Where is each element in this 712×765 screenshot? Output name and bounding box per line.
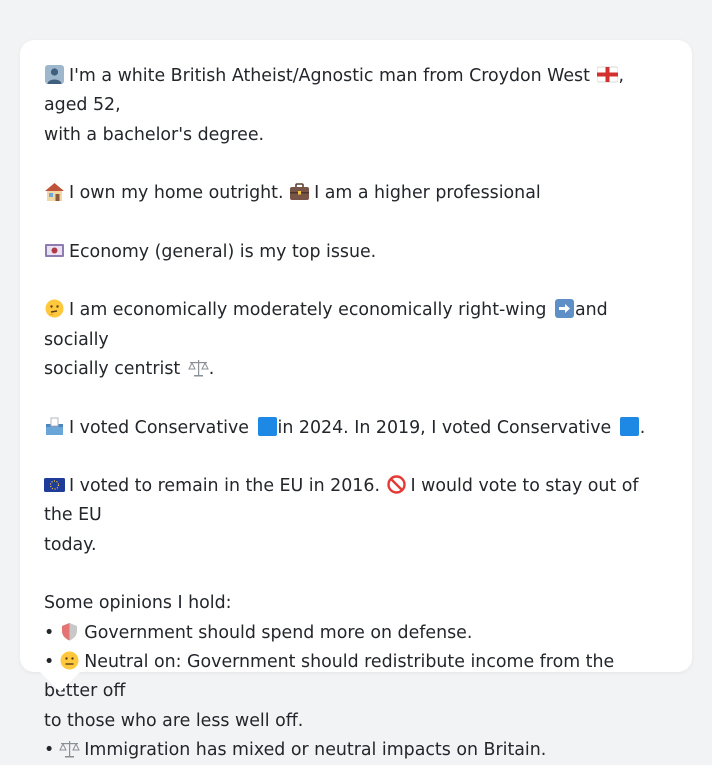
opinion-defense-text: Government should spend more on defense. <box>84 622 473 643</box>
ideology-economic: I am economically moderately economicall… <box>69 300 547 321</box>
bullet: • <box>44 739 55 760</box>
top-issue-paragraph: Economy (general) is my top issue. <box>44 238 668 267</box>
opinion-redistribution-text: Neutral on: Government should redistribu… <box>44 651 615 702</box>
vote-paragraph: I voted Conservative in 2024. In 2019, I… <box>44 414 668 443</box>
identity-text: I'm a white British Atheist/Agnostic man… <box>69 66 590 86</box>
opinion-item-defense: • Government should spend more on defens… <box>44 619 668 648</box>
opinion-immigration-text: Immigration has mixed or neutral impacts… <box>84 739 547 760</box>
neutral-face-icon <box>59 651 80 670</box>
blue-square-icon <box>619 416 640 436</box>
eu-2016-text: I voted to remain in the EU in 2016. <box>69 476 380 497</box>
balance-scale-icon <box>187 358 209 377</box>
ideology-social: socially centrist <box>44 358 181 379</box>
thinking-face-icon <box>44 299 65 318</box>
banknote-icon <box>44 241 65 260</box>
bust-in-silhouette-icon <box>44 65 65 84</box>
bullet: • <box>44 622 55 643</box>
chat-bubble-tail <box>40 672 80 692</box>
job-text: I am a higher professional <box>314 183 541 204</box>
top-issue-text: Economy (general) is my top issue. <box>69 241 377 262</box>
opinions-section: Some opinions I hold: • Government shoul… <box>44 589 668 765</box>
england-flag-icon <box>597 65 619 84</box>
eu-flag-icon <box>44 475 65 494</box>
opinion-item-immigration: • Immigration has mixed or neutral impac… <box>44 736 668 765</box>
balance-scale-icon <box>59 739 81 758</box>
eu-paragraph: I voted to remain in the EU in 2016. I w… <box>44 472 668 560</box>
briefcase-icon <box>289 182 310 201</box>
opinions-title: Some opinions I hold: <box>44 593 232 614</box>
vote-2019-text: in 2024. In 2019, I voted Conservative <box>277 417 612 438</box>
prohibited-icon <box>386 475 407 494</box>
shield-icon <box>59 622 80 641</box>
opinion-redistribution-continued: to those who are less well off. <box>44 710 304 731</box>
chat-bubble: I'm a white British Atheist/Agnostic man… <box>20 40 692 760</box>
home-job-paragraph: I own my home outright. I am a higher pr… <box>44 179 668 208</box>
ballot-box-icon <box>44 417 65 436</box>
vote-period: . <box>639 417 646 438</box>
ideology-period: . <box>208 358 215 379</box>
blue-square-icon <box>257 416 278 436</box>
identity-education: with a bachelor's degree. <box>44 124 265 145</box>
bullet: • <box>44 651 55 672</box>
right-arrow-icon <box>554 299 575 319</box>
house-icon <box>44 182 65 202</box>
home-text: I own my home outright. <box>69 183 284 204</box>
opinion-item-redistribution: • Neutral on: Government should redistri… <box>44 648 668 707</box>
ideology-paragraph: I am economically moderately economicall… <box>44 296 668 384</box>
vote-2024-text: I voted Conservative <box>69 417 249 438</box>
identity-paragraph: I'm a white British Atheist/Agnostic man… <box>44 62 668 150</box>
eu-today-word: today. <box>44 534 97 555</box>
